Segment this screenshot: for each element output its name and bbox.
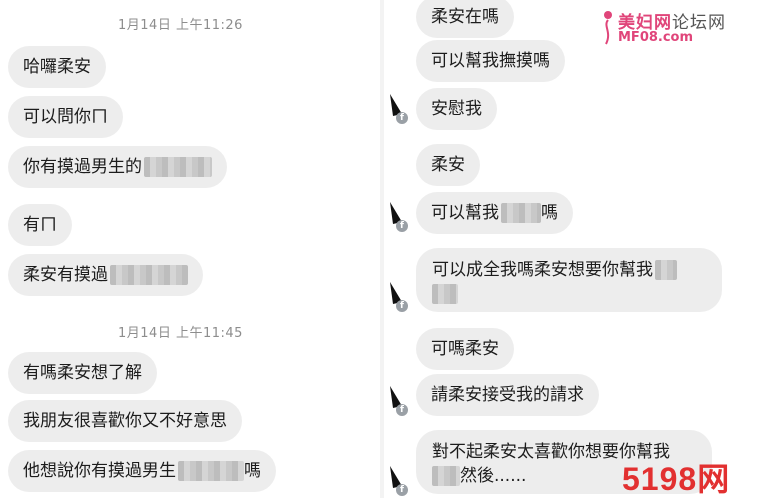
message-text: 柔安在嗎	[431, 7, 499, 27]
message-bubble: 你有摸過男生的	[8, 146, 227, 188]
redacted-blur	[655, 260, 677, 280]
message-text: 可以幫我	[431, 203, 499, 223]
redacted-blur	[178, 461, 244, 481]
message-bubble: 柔安	[416, 144, 480, 186]
facebook-badge-icon: f	[396, 300, 408, 312]
message-text: 安慰我	[431, 99, 482, 119]
message-bubble: 安慰我	[416, 88, 497, 130]
timestamp: 1月14日 上午11:45	[118, 326, 243, 341]
message-text: 有ㄇ	[23, 215, 57, 235]
message-bubble: 柔安有摸過	[8, 254, 203, 296]
message-text: 可以幫我撫摸嗎	[431, 51, 550, 71]
facebook-badge-icon: f	[396, 404, 408, 416]
watermark-figure-icon	[604, 11, 612, 45]
redacted-blur	[432, 466, 460, 486]
redacted-blur	[432, 284, 458, 304]
message-bubble: 可以成全我嗎柔安想要你幫我	[416, 248, 722, 312]
redacted-blur	[110, 265, 188, 285]
message-bubble: 可嗎柔安	[416, 328, 514, 370]
redacted-blur	[501, 203, 541, 223]
message-text: 可以問你ㄇ	[23, 107, 108, 127]
avatar-icon[interactable]: f	[388, 200, 410, 232]
message-bubble: 可以幫我撫摸嗎	[416, 40, 565, 82]
message-bubble: 他想說你有摸過男生 嗎	[8, 450, 276, 492]
watermark-logo-top: 美妇网论坛网 MF08.com	[600, 6, 750, 50]
right-chat-panel: 柔安在嗎 可以幫我撫摸嗎 f 安慰我 柔安 f 可以幫我 嗎 可以成全我嗎柔安想要…	[384, 0, 760, 498]
message-text: 嗎	[244, 461, 261, 481]
message-text: 哈囉柔安	[23, 57, 91, 77]
timestamp: 1月14日 上午11:26	[118, 18, 243, 33]
message-bubble: 柔安在嗎	[416, 0, 514, 38]
message-text: 然後......	[460, 466, 527, 486]
message-bubble: 可以問你ㄇ	[8, 96, 123, 138]
avatar-icon[interactable]: f	[388, 92, 410, 124]
message-text: 有嗎柔安想了解	[23, 363, 142, 383]
message-bubble: 哈囉柔安	[8, 46, 106, 88]
message-bubble: 有嗎柔安想了解	[8, 352, 157, 394]
message-bubble: 請柔安接受我的請求	[416, 374, 599, 416]
avatar-icon[interactable]: f	[388, 280, 410, 312]
message-text: 嗎	[541, 203, 558, 223]
left-chat-panel: 1月14日 上午11:26 哈囉柔安 可以問你ㄇ 你有摸過男生的 有ㄇ 柔安有摸…	[0, 0, 380, 498]
watermark-bottom: 5198网	[622, 461, 731, 497]
message-text: 我朋友很喜歡你又不好意思	[23, 411, 227, 431]
message-text: 柔安	[431, 155, 465, 175]
message-text: 他想說你有摸過男生	[23, 461, 176, 481]
message-bubble: 有ㄇ	[8, 204, 72, 246]
avatar-icon[interactable]: f	[388, 384, 410, 416]
message-text: 請柔安接受我的請求	[431, 385, 584, 405]
message-bubble: 我朋友很喜歡你又不好意思	[8, 400, 242, 442]
facebook-badge-icon: f	[396, 484, 408, 496]
message-text: 你有摸過男生的	[23, 157, 142, 177]
message-bubble: 可以幫我 嗎	[416, 192, 573, 234]
facebook-badge-icon: f	[396, 112, 408, 124]
redacted-blur	[144, 157, 212, 177]
avatar-icon[interactable]: f	[388, 464, 410, 496]
message-text: 柔安有摸過	[23, 265, 108, 285]
facebook-badge-icon: f	[396, 220, 408, 232]
watermark-url: MF08.com	[618, 30, 694, 45]
message-text: 可嗎柔安	[431, 339, 499, 359]
message-text: 可以成全我嗎柔安想要你幫我	[432, 260, 653, 280]
